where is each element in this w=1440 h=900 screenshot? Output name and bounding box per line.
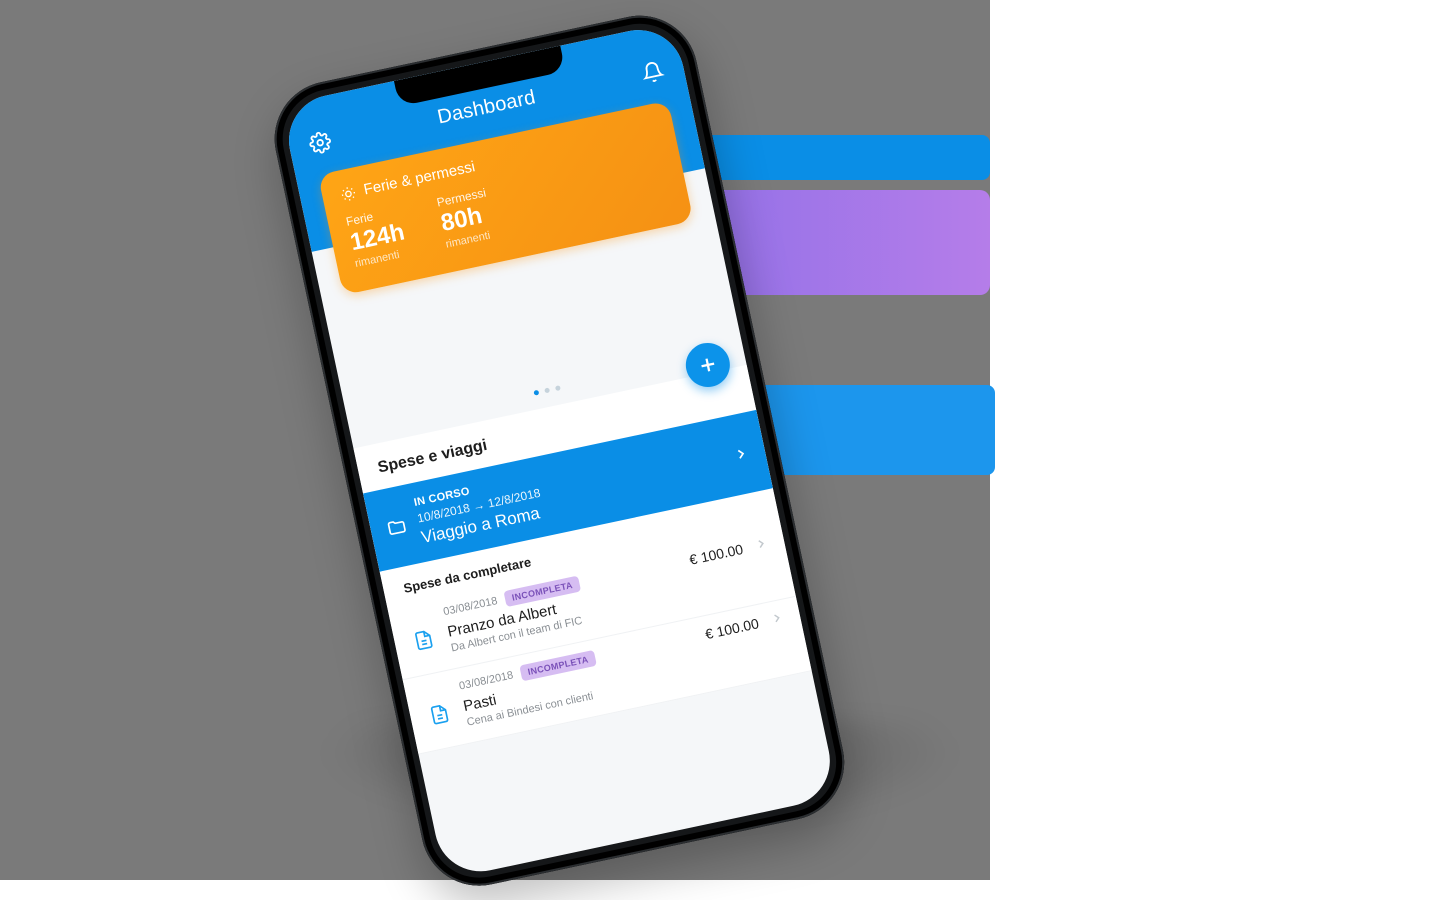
chevron-right-icon (769, 610, 786, 627)
spese-section: Spese e viaggi IN CORSO 10/8/2018 → (353, 365, 811, 755)
dot[interactable] (554, 385, 560, 391)
expense-amount: € 100.00 (688, 541, 745, 568)
sun-icon (339, 184, 358, 203)
chevron-right-icon (753, 535, 770, 552)
chevron-right-icon (732, 445, 751, 464)
folder-icon (385, 515, 409, 539)
document-icon (424, 699, 455, 730)
dot[interactable] (544, 388, 550, 394)
bell-icon[interactable] (637, 57, 668, 88)
settings-icon[interactable] (305, 127, 336, 158)
ferie-column: Ferie 124h rimanenti (345, 204, 410, 271)
expense-amount: € 100.00 (704, 615, 761, 642)
dot-active[interactable] (533, 390, 539, 396)
permessi-column: Permessi 80h rimanenti (435, 185, 496, 251)
document-icon (408, 625, 439, 656)
